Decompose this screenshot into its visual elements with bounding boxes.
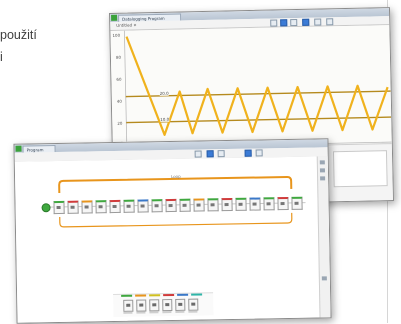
tool-select-icon[interactable] bbox=[194, 150, 202, 158]
palette-block[interactable] bbox=[149, 299, 160, 312]
palette-tab-action[interactable] bbox=[121, 294, 133, 297]
tool-select-icon[interactable] bbox=[270, 19, 278, 27]
palette-tab-flow[interactable] bbox=[135, 294, 147, 297]
palette-block[interactable] bbox=[162, 299, 173, 312]
upper-level-label: 20.0 bbox=[159, 90, 169, 96]
program-block[interactable] bbox=[193, 198, 205, 212]
program-sidebar bbox=[316, 156, 331, 318]
sidebar-tool-icon[interactable] bbox=[320, 176, 326, 181]
palette-caption bbox=[136, 311, 146, 314]
app-icon bbox=[15, 145, 22, 152]
lower-level-label: 10.0 bbox=[160, 116, 170, 122]
program-block[interactable] bbox=[263, 197, 275, 211]
palette-block[interactable] bbox=[175, 298, 186, 311]
tool-record-icon[interactable] bbox=[302, 18, 310, 26]
program-block[interactable] bbox=[207, 198, 219, 212]
plot-area: 100 80 60 40 20 0 20.0 10.0 bbox=[110, 25, 392, 149]
program-block[interactable] bbox=[165, 198, 177, 213]
palette-caption bbox=[123, 311, 133, 314]
tool-settings-icon[interactable] bbox=[255, 149, 263, 157]
palette-block[interactable] bbox=[123, 299, 134, 312]
page-text: použití i bbox=[0, 24, 92, 68]
app-icon bbox=[111, 14, 118, 21]
program-block[interactable] bbox=[221, 197, 233, 212]
sidebar-tool-icon[interactable] bbox=[319, 168, 325, 173]
sidebar-tool-icon[interactable] bbox=[319, 160, 325, 165]
chart-toolbar-label[interactable]: Untitled ✕ bbox=[116, 22, 137, 27]
program-block[interactable] bbox=[67, 200, 79, 214]
program-canvas[interactable]: Loop bbox=[14, 156, 331, 323]
program-block[interactable] bbox=[123, 199, 135, 213]
tool-download-icon[interactable] bbox=[244, 149, 252, 157]
tool-run-icon[interactable] bbox=[206, 150, 214, 158]
tool-pan-icon[interactable] bbox=[314, 18, 322, 26]
intro-line-1: použití bbox=[0, 28, 37, 42]
program-block[interactable] bbox=[95, 200, 107, 214]
palette-caption bbox=[149, 311, 159, 314]
palette-tab-sensor[interactable] bbox=[149, 294, 161, 297]
palette-block[interactable] bbox=[188, 298, 199, 311]
tool-zoom-icon[interactable] bbox=[217, 150, 225, 158]
palette-tab-custom[interactable] bbox=[191, 293, 203, 296]
dataset-table bbox=[332, 150, 388, 188]
palette-caption bbox=[188, 310, 198, 313]
palette-caption bbox=[162, 311, 172, 314]
start-block-icon[interactable] bbox=[41, 203, 51, 213]
program-block[interactable] bbox=[137, 199, 149, 213]
program-block[interactable] bbox=[291, 196, 303, 210]
intro-line-2: i bbox=[0, 50, 3, 64]
tool-settings-icon[interactable] bbox=[326, 18, 334, 26]
program-block[interactable] bbox=[81, 200, 93, 214]
loop-label: Loop bbox=[171, 173, 181, 180]
program-block[interactable] bbox=[277, 196, 289, 211]
program-block[interactable] bbox=[53, 200, 65, 215]
palette-tab-advanced[interactable] bbox=[177, 293, 189, 296]
program-block[interactable] bbox=[151, 199, 163, 213]
chart-svg bbox=[123, 30, 392, 149]
tool-cursor-icon[interactable] bbox=[280, 19, 288, 27]
palette-caption bbox=[175, 310, 185, 313]
palette-tab-data[interactable] bbox=[163, 293, 175, 297]
program-window: Program Loop bbox=[13, 138, 332, 324]
sidebar-tool-icon[interactable] bbox=[321, 276, 327, 281]
program-block[interactable] bbox=[109, 199, 121, 214]
program-block[interactable] bbox=[235, 197, 247, 211]
program-block[interactable] bbox=[179, 198, 191, 212]
program-block[interactable] bbox=[249, 197, 261, 211]
block-palette bbox=[113, 292, 214, 318]
tool-zoom-icon[interactable] bbox=[290, 19, 298, 27]
palette-block[interactable] bbox=[136, 299, 147, 312]
